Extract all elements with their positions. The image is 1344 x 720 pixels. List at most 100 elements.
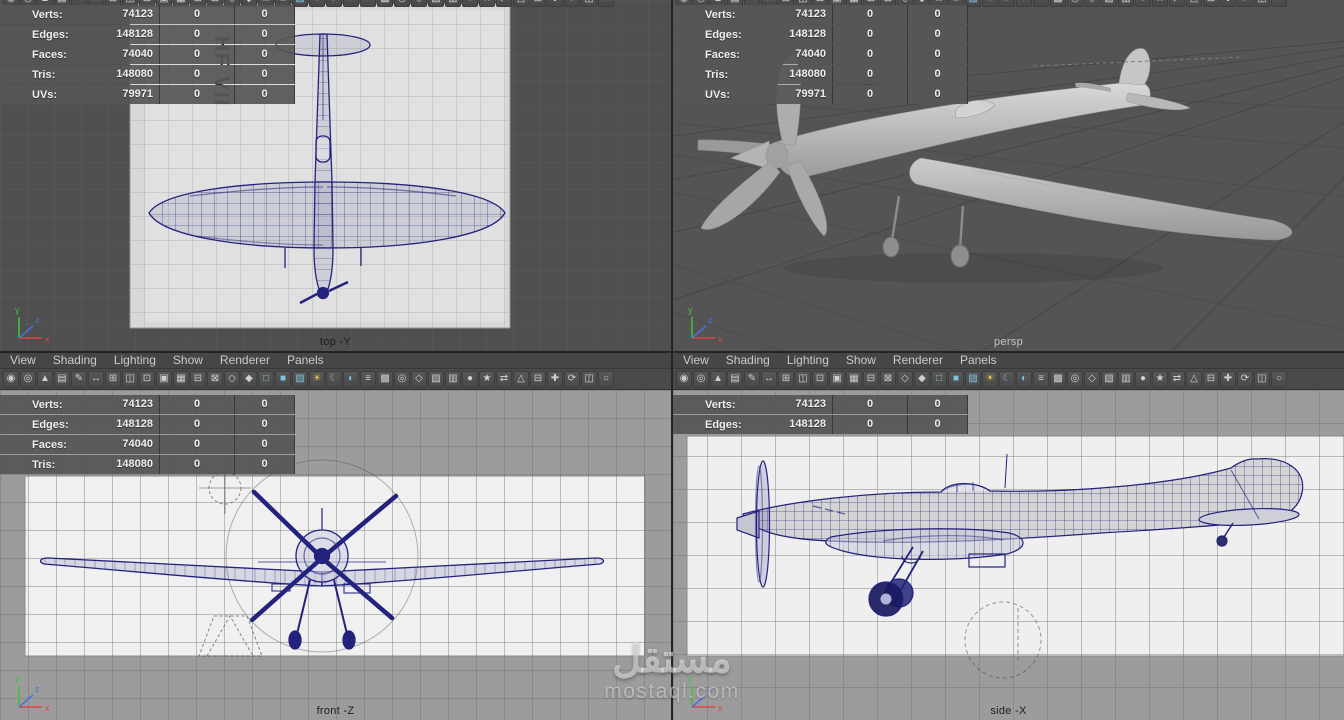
paint-effects-icon[interactable]: ★ — [479, 0, 495, 7]
motion-blur-icon[interactable]: ≡ — [1033, 0, 1049, 7]
field-chart-icon[interactable]: ▦ — [846, 370, 862, 388]
shadows-icon[interactable]: ☾ — [326, 370, 342, 388]
view-axis-gizmo[interactable]: y x z — [8, 302, 52, 346]
wireframe-on-shaded-icon[interactable]: ▥ — [1118, 370, 1134, 388]
isolate-select-icon[interactable]: ◇ — [411, 0, 427, 7]
default-material-icon[interactable]: ● — [1135, 0, 1151, 7]
occlusion-icon[interactable]: ◐ — [343, 370, 359, 388]
stereo-icon[interactable]: ⇄ — [496, 0, 512, 7]
grease-pencil-icon[interactable]: ✎ — [71, 370, 87, 388]
isolate-select-icon[interactable]: ◇ — [411, 370, 427, 388]
camera-bookmark-icon[interactable]: ▲ — [37, 370, 53, 388]
viewport-menu-item[interactable]: View — [10, 353, 36, 368]
viewport-menu-item[interactable]: Panels — [287, 353, 324, 368]
select-camera-icon[interactable]: ◉ — [3, 370, 19, 388]
xray-icon[interactable]: ▧ — [1101, 0, 1117, 7]
viewport-top[interactable]: HF VII — [0, 0, 671, 351]
film-gate-icon[interactable]: ◫ — [122, 370, 138, 388]
shaded-mode-icon[interactable]: ■ — [948, 370, 964, 388]
lock-camera-icon[interactable]: ◎ — [20, 370, 36, 388]
panel-layout-icon[interactable]: ◫ — [1254, 0, 1270, 7]
depth-of-field-icon[interactable]: ◎ — [1067, 370, 1083, 388]
viewport-menu-item[interactable]: Panels — [960, 353, 997, 368]
safe-title-icon[interactable]: ⊠ — [207, 370, 223, 388]
select-camera-icon[interactable]: ◉ — [676, 370, 692, 388]
view-axis-gizmo[interactable]: y x z — [8, 671, 52, 715]
use-all-lights-icon[interactable]: ☀ — [309, 370, 325, 388]
pan-zoom-icon[interactable]: ↔ — [761, 370, 777, 388]
motion-blur-icon[interactable]: ≡ — [1033, 370, 1049, 388]
hud-toggle-icon[interactable]: ⊟ — [1203, 0, 1219, 7]
isolate-select-icon[interactable]: ◇ — [1084, 370, 1100, 388]
use-all-lights-icon[interactable]: ☀ — [309, 0, 325, 7]
ortho-toggle-icon[interactable]: △ — [513, 370, 529, 388]
view-axis-gizmo[interactable]: y x z — [681, 302, 725, 346]
motion-blur-icon[interactable]: ≡ — [360, 370, 376, 388]
paint-effects-icon[interactable]: ★ — [1152, 370, 1168, 388]
image-plane-icon[interactable]: ▤ — [54, 370, 70, 388]
hud-toggle-icon[interactable]: ⊟ — [1203, 370, 1219, 388]
panel-layout-icon[interactable]: ◫ — [1254, 370, 1270, 388]
safe-title-icon[interactable]: ⊠ — [880, 370, 896, 388]
viewport-menu-item[interactable]: Renderer — [220, 353, 270, 368]
image-plane-icon[interactable]: ▤ — [727, 370, 743, 388]
default-material-icon[interactable]: ● — [462, 370, 478, 388]
multisample-icon[interactable]: ▩ — [1050, 0, 1066, 7]
viewport-menu-item[interactable]: Renderer — [893, 353, 943, 368]
gate-mask-icon[interactable]: ▣ — [829, 370, 845, 388]
axis-toggle-icon[interactable]: ✚ — [547, 0, 563, 7]
safe-action-icon[interactable]: ⊟ — [863, 370, 879, 388]
occlusion-icon[interactable]: ◐ — [1016, 0, 1032, 7]
shadows-icon[interactable]: ☾ — [326, 0, 342, 7]
viewport-menu-item[interactable]: Lighting — [114, 353, 156, 368]
depth-of-field-icon[interactable]: ◎ — [1067, 0, 1083, 7]
viewport-menu-item[interactable]: Lighting — [787, 353, 829, 368]
default-material-icon[interactable]: ● — [462, 0, 478, 7]
refresh-icon[interactable]: ⟳ — [1237, 0, 1253, 7]
viewport-menu-item[interactable]: Shading — [726, 353, 770, 368]
sphere-primitive-icon[interactable]: ○ — [598, 370, 614, 388]
ortho-toggle-icon[interactable]: △ — [1186, 0, 1202, 7]
multisample-icon[interactable]: ▩ — [377, 370, 393, 388]
hud-toggle-icon[interactable]: ⊟ — [530, 0, 546, 7]
grid-toggle-icon[interactable]: ⊞ — [778, 370, 794, 388]
pan-zoom-icon[interactable]: ↔ — [88, 370, 104, 388]
textured-mode-icon[interactable]: ▨ — [292, 370, 308, 388]
motion-blur-icon[interactable]: ≡ — [360, 0, 376, 7]
viewport-menu-item[interactable]: View — [683, 353, 709, 368]
viewport-persp[interactable]: ◉ ◎ ▲ ▤ ✎ ↔ ⊞ ◫ ⊡ ▣ ▦ ⊟ ⊠ ◇ ◆ □ ■ ▨ ☀ ☾ ◐ ≡ ▩ ◎ ◇ ▧ ▥ ● ★ ⇄ △ ⊟ ✚ ⟳ ◫ ○ Ver… — [673, 0, 1344, 351]
sphere-primitive-icon[interactable]: ○ — [598, 0, 614, 7]
lock-camera-icon[interactable]: ◎ — [693, 370, 709, 388]
depth-of-field-icon[interactable]: ◎ — [394, 0, 410, 7]
wireframe-mode-icon[interactable]: □ — [931, 370, 947, 388]
gate-mask-icon[interactable]: ▣ — [156, 370, 172, 388]
paint-effects-icon[interactable]: ★ — [479, 370, 495, 388]
frame-selection-icon[interactable]: ◆ — [241, 370, 257, 388]
occlusion-icon[interactable]: ◐ — [1016, 370, 1032, 388]
stereo-icon[interactable]: ⇄ — [496, 370, 512, 388]
panel-layout-icon[interactable]: ◫ — [581, 0, 597, 7]
viewport-menu-item[interactable]: Shading — [53, 353, 97, 368]
use-all-lights-icon[interactable]: ☀ — [982, 0, 998, 7]
occlusion-icon[interactable]: ◐ — [343, 0, 359, 7]
frame-all-icon[interactable]: ◇ — [224, 370, 240, 388]
xray-icon[interactable]: ▧ — [428, 370, 444, 388]
viewport-menu-item[interactable]: Show — [173, 353, 203, 368]
textured-mode-icon[interactable]: ▨ — [965, 370, 981, 388]
frame-selection-icon[interactable]: ◆ — [914, 370, 930, 388]
sphere-primitive-icon[interactable]: ○ — [1271, 370, 1287, 388]
viewport-menu-item[interactable]: Show — [846, 353, 876, 368]
wireframe-on-shaded-icon[interactable]: ▥ — [445, 370, 461, 388]
isolate-select-icon[interactable]: ◇ — [1084, 0, 1100, 7]
viewport-side[interactable]: Verts: 74123 0 0 Edges: 148128 0 0 y x z… — [673, 390, 1344, 720]
sphere-primitive-icon[interactable]: ○ — [1271, 0, 1287, 7]
hud-toggle-icon[interactable]: ⊟ — [530, 370, 546, 388]
film-gate-icon[interactable]: ◫ — [795, 370, 811, 388]
xray-icon[interactable]: ▧ — [1101, 370, 1117, 388]
camera-bookmark-icon[interactable]: ▲ — [710, 370, 726, 388]
use-all-lights-icon[interactable]: ☀ — [982, 370, 998, 388]
view-axis-gizmo[interactable]: y x z — [681, 671, 725, 715]
resolution-gate-icon[interactable]: ⊡ — [139, 370, 155, 388]
grease-pencil-icon[interactable]: ✎ — [744, 370, 760, 388]
field-chart-icon[interactable]: ▦ — [173, 370, 189, 388]
